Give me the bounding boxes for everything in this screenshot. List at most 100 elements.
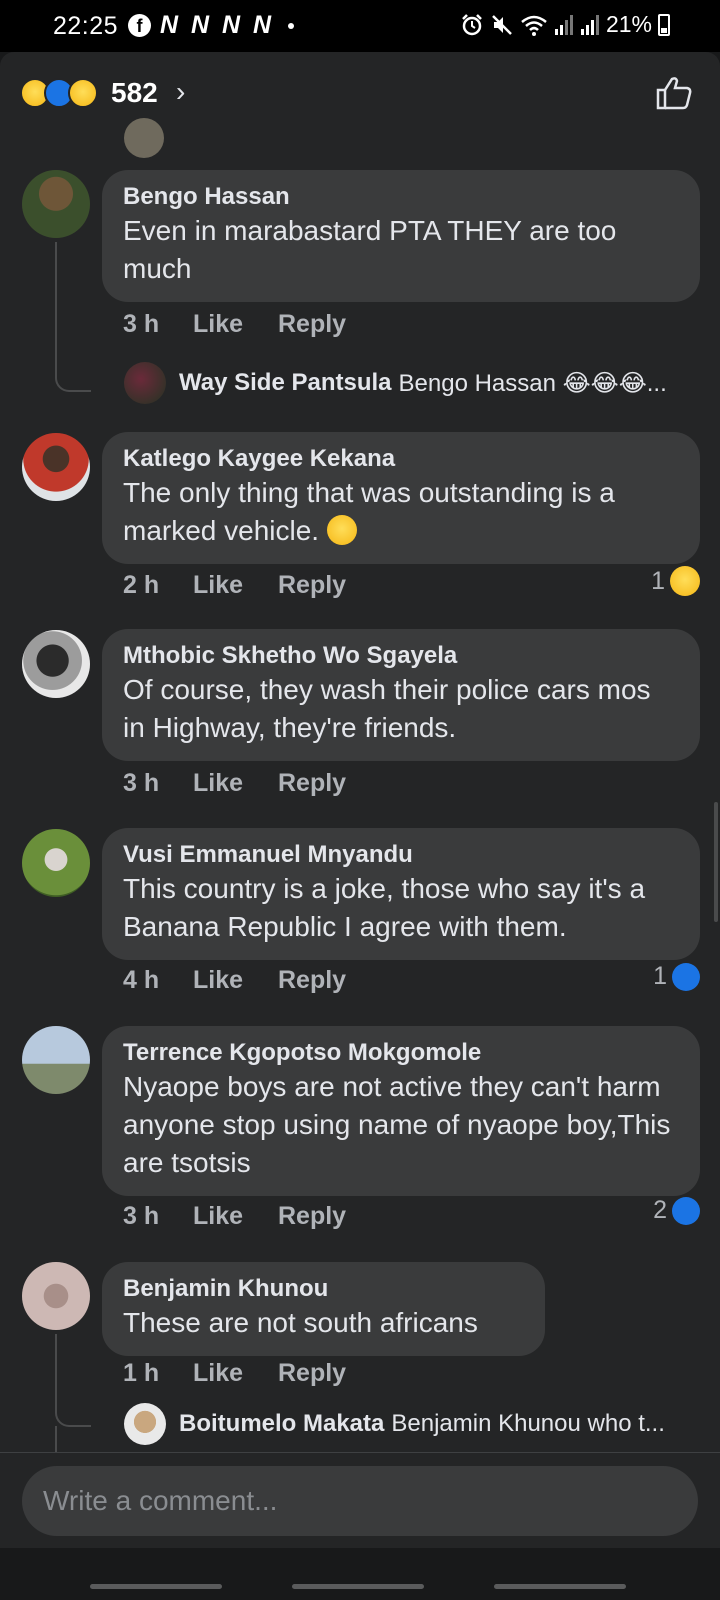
nav-recents-handle[interactable] <box>90 1584 222 1589</box>
comment-input[interactable] <box>22 1466 698 1536</box>
comment-time: 2 h <box>123 571 160 599</box>
reply-button[interactable]: Reply <box>278 769 346 798</box>
reaction-count: 1 <box>653 962 667 990</box>
like-button[interactable]: Like <box>193 769 278 798</box>
signal-1-icon <box>554 14 573 35</box>
reply-text: Benjamin Khunou who t... <box>391 1410 665 1437</box>
comment-actions: 3 h Like Reply <box>123 310 346 339</box>
comment-author[interactable]: Katlego Kaygee Kekana <box>123 445 680 473</box>
comment-text: These are not south africans <box>123 1307 478 1338</box>
comment-composer <box>0 1452 720 1548</box>
reaction-icons <box>20 78 98 108</box>
netflix-notification-icon: N <box>159 11 179 39</box>
reactions-summary[interactable]: 582 › <box>0 52 720 130</box>
haha-reaction-icon <box>670 566 700 596</box>
thread-line <box>55 1334 91 1427</box>
comment-actions: 1 h Like Reply <box>123 1359 346 1388</box>
reply-button[interactable]: Reply <box>278 1202 346 1231</box>
signal-2-icon <box>580 14 599 35</box>
avatar[interactable] <box>22 433 90 501</box>
netflix-notification-icon: N <box>252 11 272 39</box>
comment-time: 4 h <box>123 966 160 994</box>
netflix-notification-icon: N <box>221 11 241 39</box>
notification-icons: f N N N N <box>128 13 294 38</box>
reply-avatar <box>124 1403 166 1445</box>
avatar[interactable] <box>22 1026 90 1094</box>
status-bar: 22:25 f N N N N 21% <box>0 0 720 52</box>
reply-author: Way Side Pantsula <box>179 369 392 396</box>
avatar[interactable] <box>22 630 90 698</box>
comment-text: Even in marabastard PTA THEY are too muc… <box>123 215 617 284</box>
thread-line <box>55 242 91 392</box>
like-button[interactable]: Like <box>193 310 278 339</box>
comment-text: The only thing that was outstanding is a… <box>123 477 615 546</box>
reaction-count: 1 <box>651 566 665 595</box>
reaction-count: 2 <box>653 1196 667 1224</box>
comment-time: 1 h <box>123 1359 160 1387</box>
comment-bubble[interactable]: Terrence Kgopotso Mokgomole Nyaope boys … <box>102 1026 700 1196</box>
alarm-icon <box>462 13 482 35</box>
comment-author[interactable]: Terrence Kgopotso Mokgomole <box>123 1039 680 1067</box>
like-reaction-icon <box>672 962 700 991</box>
reply-button[interactable]: Reply <box>278 966 346 995</box>
reply-preview[interactable]: Boitumelo Makata Benjamin Khunou who t..… <box>124 1403 665 1445</box>
reply-button[interactable]: Reply <box>278 310 346 339</box>
laughing-emoji-icon <box>326 515 357 545</box>
reply-button[interactable]: Reply <box>278 1359 346 1388</box>
status-time: 22:25 <box>53 12 119 40</box>
comment-reactions[interactable]: 1 <box>653 962 700 991</box>
comment-bubble[interactable]: Mthobic Skhetho Wo Sgayela Of course, th… <box>102 629 700 761</box>
like-reaction-icon <box>672 1196 700 1225</box>
reply-button[interactable]: Reply <box>278 571 346 600</box>
netflix-notification-icon: N <box>190 11 210 39</box>
like-button[interactable]: Like <box>193 966 278 995</box>
system-icons: 21% <box>460 11 670 38</box>
comment-text: Of course, they wash their police cars m… <box>123 674 651 743</box>
facebook-notification-icon: f <box>128 14 151 37</box>
scrollbar[interactable] <box>714 802 718 922</box>
chevron-right-icon: › <box>176 76 186 107</box>
comment-author[interactable]: Mthobic Skhetho Wo Sgayela <box>123 642 680 670</box>
like-button[interactable]: Like <box>193 571 278 600</box>
comment-author[interactable]: Benjamin Khunou <box>123 1275 525 1303</box>
thumbs-up-icon[interactable] <box>656 76 692 110</box>
comment-time: 3 h <box>123 769 160 797</box>
comment-bubble[interactable]: Bengo Hassan Even in marabastard PTA THE… <box>102 170 700 302</box>
reply-author: Boitumelo Makata <box>179 1410 385 1437</box>
comment-time: 3 h <box>123 1202 160 1230</box>
comment-author[interactable]: Bengo Hassan <box>123 183 680 211</box>
comment-actions: 3 h Like Reply <box>123 769 346 798</box>
comment-reactions[interactable]: 1 <box>651 566 700 596</box>
reaction-count: 582 <box>111 77 158 108</box>
wow-reaction-icon <box>68 78 98 108</box>
avatar[interactable] <box>22 1262 90 1330</box>
battery-percentage: 21% <box>605 11 652 37</box>
comment-actions: 2 h Like Reply <box>123 571 346 600</box>
comment-author[interactable]: Vusi Emmanuel Mnyandu <box>123 841 680 869</box>
more-notifications-dot-icon <box>288 22 294 29</box>
comment-reactions[interactable]: 2 <box>653 1196 700 1225</box>
comment-actions: 4 h Like Reply <box>123 966 346 995</box>
comment-time: 3 h <box>123 310 160 338</box>
battery-icon <box>658 13 670 36</box>
comment-text: This country is a joke, those who say it… <box>123 873 646 942</box>
reply-preview[interactable]: Way Side Pantsula Bengo Hassan 😂😂😂... <box>124 362 667 404</box>
comment-bubble[interactable]: Katlego Kaygee Kekana The only thing tha… <box>102 432 700 564</box>
avatar[interactable] <box>124 118 164 158</box>
avatar[interactable] <box>22 829 90 897</box>
nav-back-handle[interactable] <box>494 1584 626 1589</box>
avatar[interactable] <box>22 170 90 238</box>
navigation-bar <box>0 1548 720 1600</box>
comment-actions: 3 h Like Reply <box>123 1202 346 1231</box>
nav-home-handle[interactable] <box>292 1584 424 1589</box>
wifi-icon <box>521 15 547 36</box>
comment-bubble[interactable]: Vusi Emmanuel Mnyandu This country is a … <box>102 828 700 960</box>
comments-sheet: 582 › Bengo Hassan Even in marabastard P… <box>0 52 720 1600</box>
comment-bubble[interactable]: Benjamin Khunou These are not south afri… <box>102 1262 545 1356</box>
thread-line <box>55 1426 57 1452</box>
reply-avatar <box>124 362 166 404</box>
comment-text: Nyaope boys are not active they can't ha… <box>123 1071 671 1178</box>
like-button[interactable]: Like <box>193 1202 278 1231</box>
like-button[interactable]: Like <box>193 1359 278 1388</box>
mute-icon <box>492 14 512 35</box>
